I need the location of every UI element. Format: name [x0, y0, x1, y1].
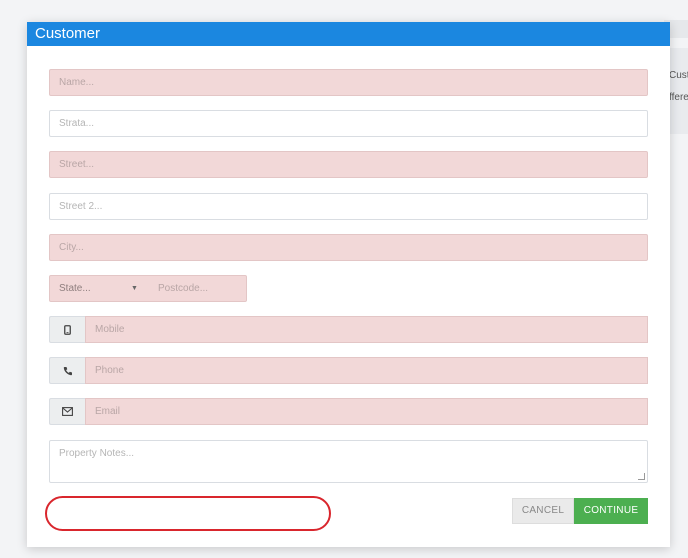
mobile-input[interactable]: Mobile [85, 316, 648, 343]
phone-group: Phone [49, 357, 648, 384]
postcode-input[interactable]: Postcode... [146, 276, 246, 301]
street2-input[interactable]: Street 2... [49, 193, 648, 220]
background-text: Custo [669, 70, 688, 81]
mobile-icon [49, 316, 85, 343]
property-notes-textarea[interactable]: Property Notes... [49, 440, 648, 483]
property-notes-placeholder: Property Notes... [59, 448, 135, 459]
state-postcode-row: State... ▼ Postcode... [49, 275, 247, 302]
continue-button[interactable]: CONTINUE [574, 498, 648, 524]
caret-down-icon: ▼ [131, 285, 138, 292]
resize-handle-icon[interactable] [638, 473, 645, 480]
annotation-highlight-oval [45, 496, 331, 531]
strata-input[interactable]: Strata... [49, 110, 648, 137]
email-input[interactable]: Email [85, 398, 648, 425]
background-text: fferen [669, 92, 688, 103]
name-input[interactable]: Name... [49, 69, 648, 96]
envelope-icon [49, 398, 85, 425]
street-input[interactable]: Street... [49, 151, 648, 178]
phone-icon [49, 357, 85, 384]
city-input[interactable]: City... [49, 234, 648, 261]
email-group: Email [49, 398, 648, 425]
phone-input[interactable]: Phone [85, 357, 648, 384]
modal-title: Customer [27, 22, 670, 46]
cancel-button[interactable]: CANCEL [512, 498, 574, 524]
mobile-group: Mobile [49, 316, 648, 343]
customer-modal: Customer Name... Strata... Street... Str… [27, 22, 670, 547]
